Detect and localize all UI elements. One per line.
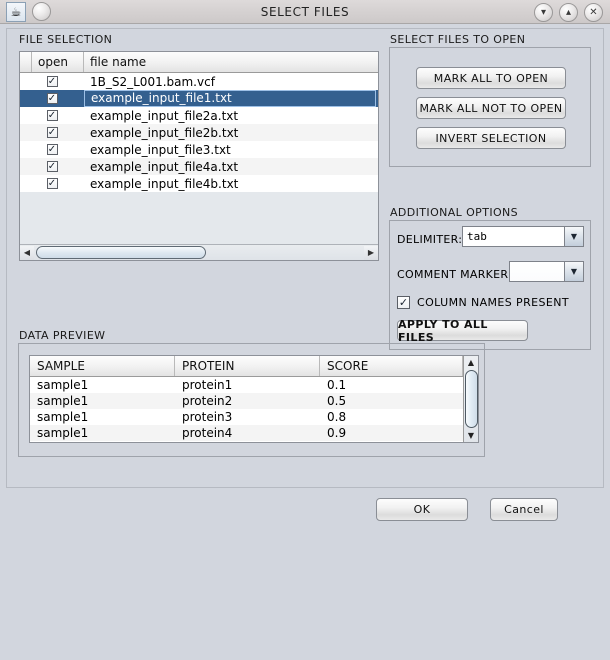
checkbox-check-icon: ✓ (46, 75, 58, 87)
preview-cell: protein4 (182, 426, 233, 440)
column-names-present-label: COLUMN NAMES PRESENT (417, 296, 569, 309)
chevron-down-icon[interactable]: ▼ (564, 262, 583, 281)
file-name-cell[interactable]: example_input_file2b.txt (84, 126, 378, 140)
preview-row[interactable]: sample1 protein2 0.5 (30, 393, 463, 409)
comment-marker-select[interactable]: ▼ (509, 261, 584, 282)
file-name-cell[interactable]: example_input_file2a.txt (84, 109, 378, 123)
file-row[interactable]: ✓ example_input_file2a.txt (20, 107, 378, 124)
additional-options-label: ADDITIONAL OPTIONS (390, 206, 519, 219)
scroll-down-icon[interactable]: ▼ (464, 429, 478, 442)
checkbox-check-icon: ✓ (46, 177, 58, 189)
file-row[interactable]: ✓ 1B_S2_L001.bam.vcf (20, 73, 378, 90)
dialog-content: FILE SELECTION open file name ✓ 1B_S2_L00… (6, 28, 604, 488)
select-files-dialog: ☕ SELECT FILES ▾ ▴ ✕ FILE SELECTION open… (0, 0, 610, 660)
invert-selection-button[interactable]: INVERT SELECTION (416, 127, 566, 149)
apply-to-all-files-button[interactable]: APPLY TO ALL FILES (397, 318, 528, 344)
select-files-to-open-label: SELECT FILES TO OPEN (390, 33, 526, 46)
data-preview-grid: SAMPLE PROTEIN SCORE sample1 protein1 0.1 s… (30, 356, 463, 442)
column-header-score[interactable]: SCORE (320, 356, 463, 376)
file-row[interactable]: ✓ example_input_file2b.txt (20, 124, 378, 141)
chevron-down-icon[interactable]: ▼ (564, 227, 583, 246)
file-selection-table[interactable]: open file name ✓ 1B_S2_L001.bam.vcf ✓ examp… (19, 51, 379, 261)
delimiter-select[interactable]: tab ▼ (462, 226, 584, 247)
delimiter-value: tab (463, 227, 564, 246)
data-preview-table[interactable]: SAMPLE PROTEIN SCORE sample1 protein1 0.1 s… (29, 355, 479, 443)
file-row[interactable]: ✓ example_input_file1.txt (20, 90, 378, 107)
ok-button[interactable]: OK (376, 498, 468, 521)
preview-cell: sample1 (37, 394, 89, 408)
file-open-checkbox[interactable]: ✓ (20, 127, 84, 138)
column-header-open[interactable]: open (32, 52, 84, 72)
preview-cell: protein1 (182, 378, 233, 392)
mark-all-to-open-button[interactable]: MARK ALL TO OPEN (416, 67, 566, 89)
checkbox-check-icon: ✓ (46, 109, 58, 121)
file-row[interactable]: ✓ example_input_file4b.txt (20, 175, 378, 192)
window-title: SELECT FILES (260, 4, 350, 19)
minimize-icon[interactable]: ▾ (534, 3, 553, 22)
file-table-empty-area (20, 192, 378, 246)
file-selection-label: FILE SELECTION (19, 33, 113, 46)
dialog-footer: OK Cancel (0, 494, 610, 534)
cancel-button[interactable]: Cancel (490, 498, 558, 521)
file-open-checkbox[interactable]: ✓ (20, 76, 84, 87)
vertical-scroll-thumb[interactable] (464, 370, 478, 428)
column-header-file-name[interactable]: file name (84, 52, 378, 72)
file-name-cell[interactable]: example_input_file4b.txt (84, 177, 378, 191)
file-open-checkbox[interactable]: ✓ (20, 178, 84, 189)
close-icon[interactable]: ✕ (584, 3, 603, 22)
file-table-horizontal-scrollbar[interactable]: ◀ ▶ (20, 244, 378, 260)
preview-cell: 0.8 (327, 410, 347, 424)
preview-row[interactable]: sample1 protein3 0.8 (30, 409, 463, 425)
preview-cell: 0.9 (327, 426, 347, 440)
comment-marker-label: COMMENT MARKER: (397, 268, 513, 281)
scroll-right-icon[interactable]: ▶ (364, 245, 378, 260)
scroll-up-icon[interactable]: ▲ (464, 356, 478, 369)
file-open-checkbox[interactable]: ✓ (20, 144, 84, 155)
file-open-checkbox[interactable]: ✓ (20, 93, 84, 104)
preview-cell: sample1 (37, 410, 89, 424)
window-controls: ▾ ▴ ✕ (534, 3, 603, 22)
title-bar: ☕ SELECT FILES ▾ ▴ ✕ (0, 0, 610, 24)
comment-marker-value (510, 262, 564, 281)
checkbox-check-icon: ✓ (46, 143, 58, 155)
file-name-cell[interactable]: example_input_file4a.txt (84, 160, 378, 174)
preview-cell: sample1 (37, 426, 89, 440)
column-header-protein[interactable]: PROTEIN (175, 356, 320, 376)
preview-cell: protein3 (182, 410, 233, 424)
preview-row[interactable]: sample1 protein4 0.9 (30, 425, 463, 441)
file-open-checkbox[interactable]: ✓ (20, 110, 84, 121)
horizontal-scroll-track[interactable] (206, 246, 364, 260)
preview-header-row: SAMPLE PROTEIN SCORE (30, 356, 463, 377)
scroll-left-icon[interactable]: ◀ (20, 245, 34, 260)
file-name-cell[interactable]: 1B_S2_L001.bam.vcf (84, 75, 378, 89)
file-table-body: ✓ 1B_S2_L001.bam.vcf ✓ example_input_file1.… (20, 73, 378, 192)
column-header-sample[interactable]: SAMPLE (30, 356, 175, 376)
file-row[interactable]: ✓ example_input_file3.txt (20, 141, 378, 158)
maximize-icon[interactable]: ▴ (559, 3, 578, 22)
preview-cell: 0.1 (327, 378, 347, 392)
data-preview-label: DATA PREVIEW (19, 329, 106, 342)
preview-row[interactable]: sample1 protein1 0.1 (30, 377, 463, 393)
column-names-present-checkbox[interactable]: ✓ COLUMN NAMES PRESENT (397, 296, 569, 309)
preview-cell: sample1 (37, 378, 89, 392)
checkbox-check-icon: ✓ (46, 160, 58, 172)
file-name-cell[interactable]: example_input_file1.txt (84, 90, 376, 107)
preview-vertical-scrollbar[interactable]: ▲ ▼ (463, 356, 478, 442)
checkbox-check-icon: ✓ (46, 126, 58, 138)
file-row[interactable]: ✓ example_input_file4a.txt (20, 158, 378, 175)
file-name-cell[interactable]: example_input_file3.txt (84, 143, 378, 157)
mark-all-not-to-open-button[interactable]: MARK ALL NOT TO OPEN (416, 97, 566, 119)
preview-cell: protein2 (182, 394, 233, 408)
delimiter-label: DELIMITER: (397, 233, 463, 246)
horizontal-scroll-thumb[interactable] (36, 246, 206, 259)
file-table-header: open file name (20, 52, 378, 73)
checkbox-check-icon: ✓ (397, 296, 410, 309)
preview-body: sample1 protein1 0.1 sample1 protein2 0.5 samp… (30, 377, 463, 441)
preview-cell: 0.5 (327, 394, 347, 408)
file-open-checkbox[interactable]: ✓ (20, 161, 84, 172)
checkbox-check-icon: ✓ (46, 92, 58, 104)
file-table-corner (20, 52, 32, 72)
